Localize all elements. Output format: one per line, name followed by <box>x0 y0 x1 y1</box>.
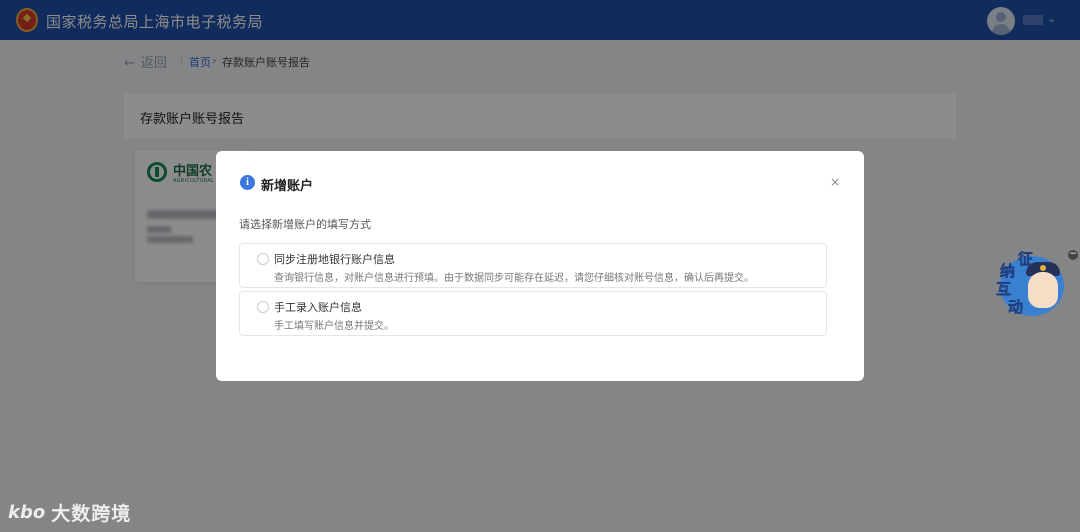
minimize-widget-button[interactable]: − <box>1068 250 1078 260</box>
option-manual-entry[interactable]: 手工录入账户信息 手工填写账户信息并提交。 <box>239 291 827 336</box>
interaction-mascot-widget[interactable]: 征 纳 互 动 <box>996 250 1068 318</box>
modal-prompt: 请选择新增账户的填写方式 <box>239 218 371 231</box>
close-icon[interactable]: × <box>828 175 842 189</box>
modal-mask-header <box>0 0 1080 40</box>
info-icon: i <box>240 175 255 190</box>
watermark-text: 大数跨境 <box>51 503 132 525</box>
option-sync-bank-info[interactable]: 同步注册地银行账户信息 查询银行信息，对账户信息进行预填。由于数据同步可能存在延… <box>239 243 827 288</box>
radio-button[interactable] <box>257 301 269 313</box>
add-account-modal: i 新增账户 × 请选择新增账户的填写方式 同步注册地银行账户信息 查询银行信息… <box>216 151 864 381</box>
radio-button[interactable] <box>257 253 269 265</box>
mascot-char: 动 <box>1008 298 1024 317</box>
option-title: 同步注册地银行账户信息 <box>274 253 395 266</box>
watermark-logo: kbo <box>8 502 46 523</box>
mascot-badge-icon <box>1040 265 1046 271</box>
option-title: 手工录入账户信息 <box>274 301 362 314</box>
option-description: 查询银行信息，对账户信息进行预填。由于数据同步可能存在延迟，请您仔细核对账号信息… <box>274 273 754 284</box>
option-description: 手工填写账户信息并提交。 <box>274 321 394 332</box>
mascot-face-icon <box>1028 272 1058 308</box>
mascot-char: 征 <box>1018 250 1034 269</box>
modal-title: 新增账户 <box>261 179 314 194</box>
watermark: kbo 大数跨境 <box>8 499 131 526</box>
